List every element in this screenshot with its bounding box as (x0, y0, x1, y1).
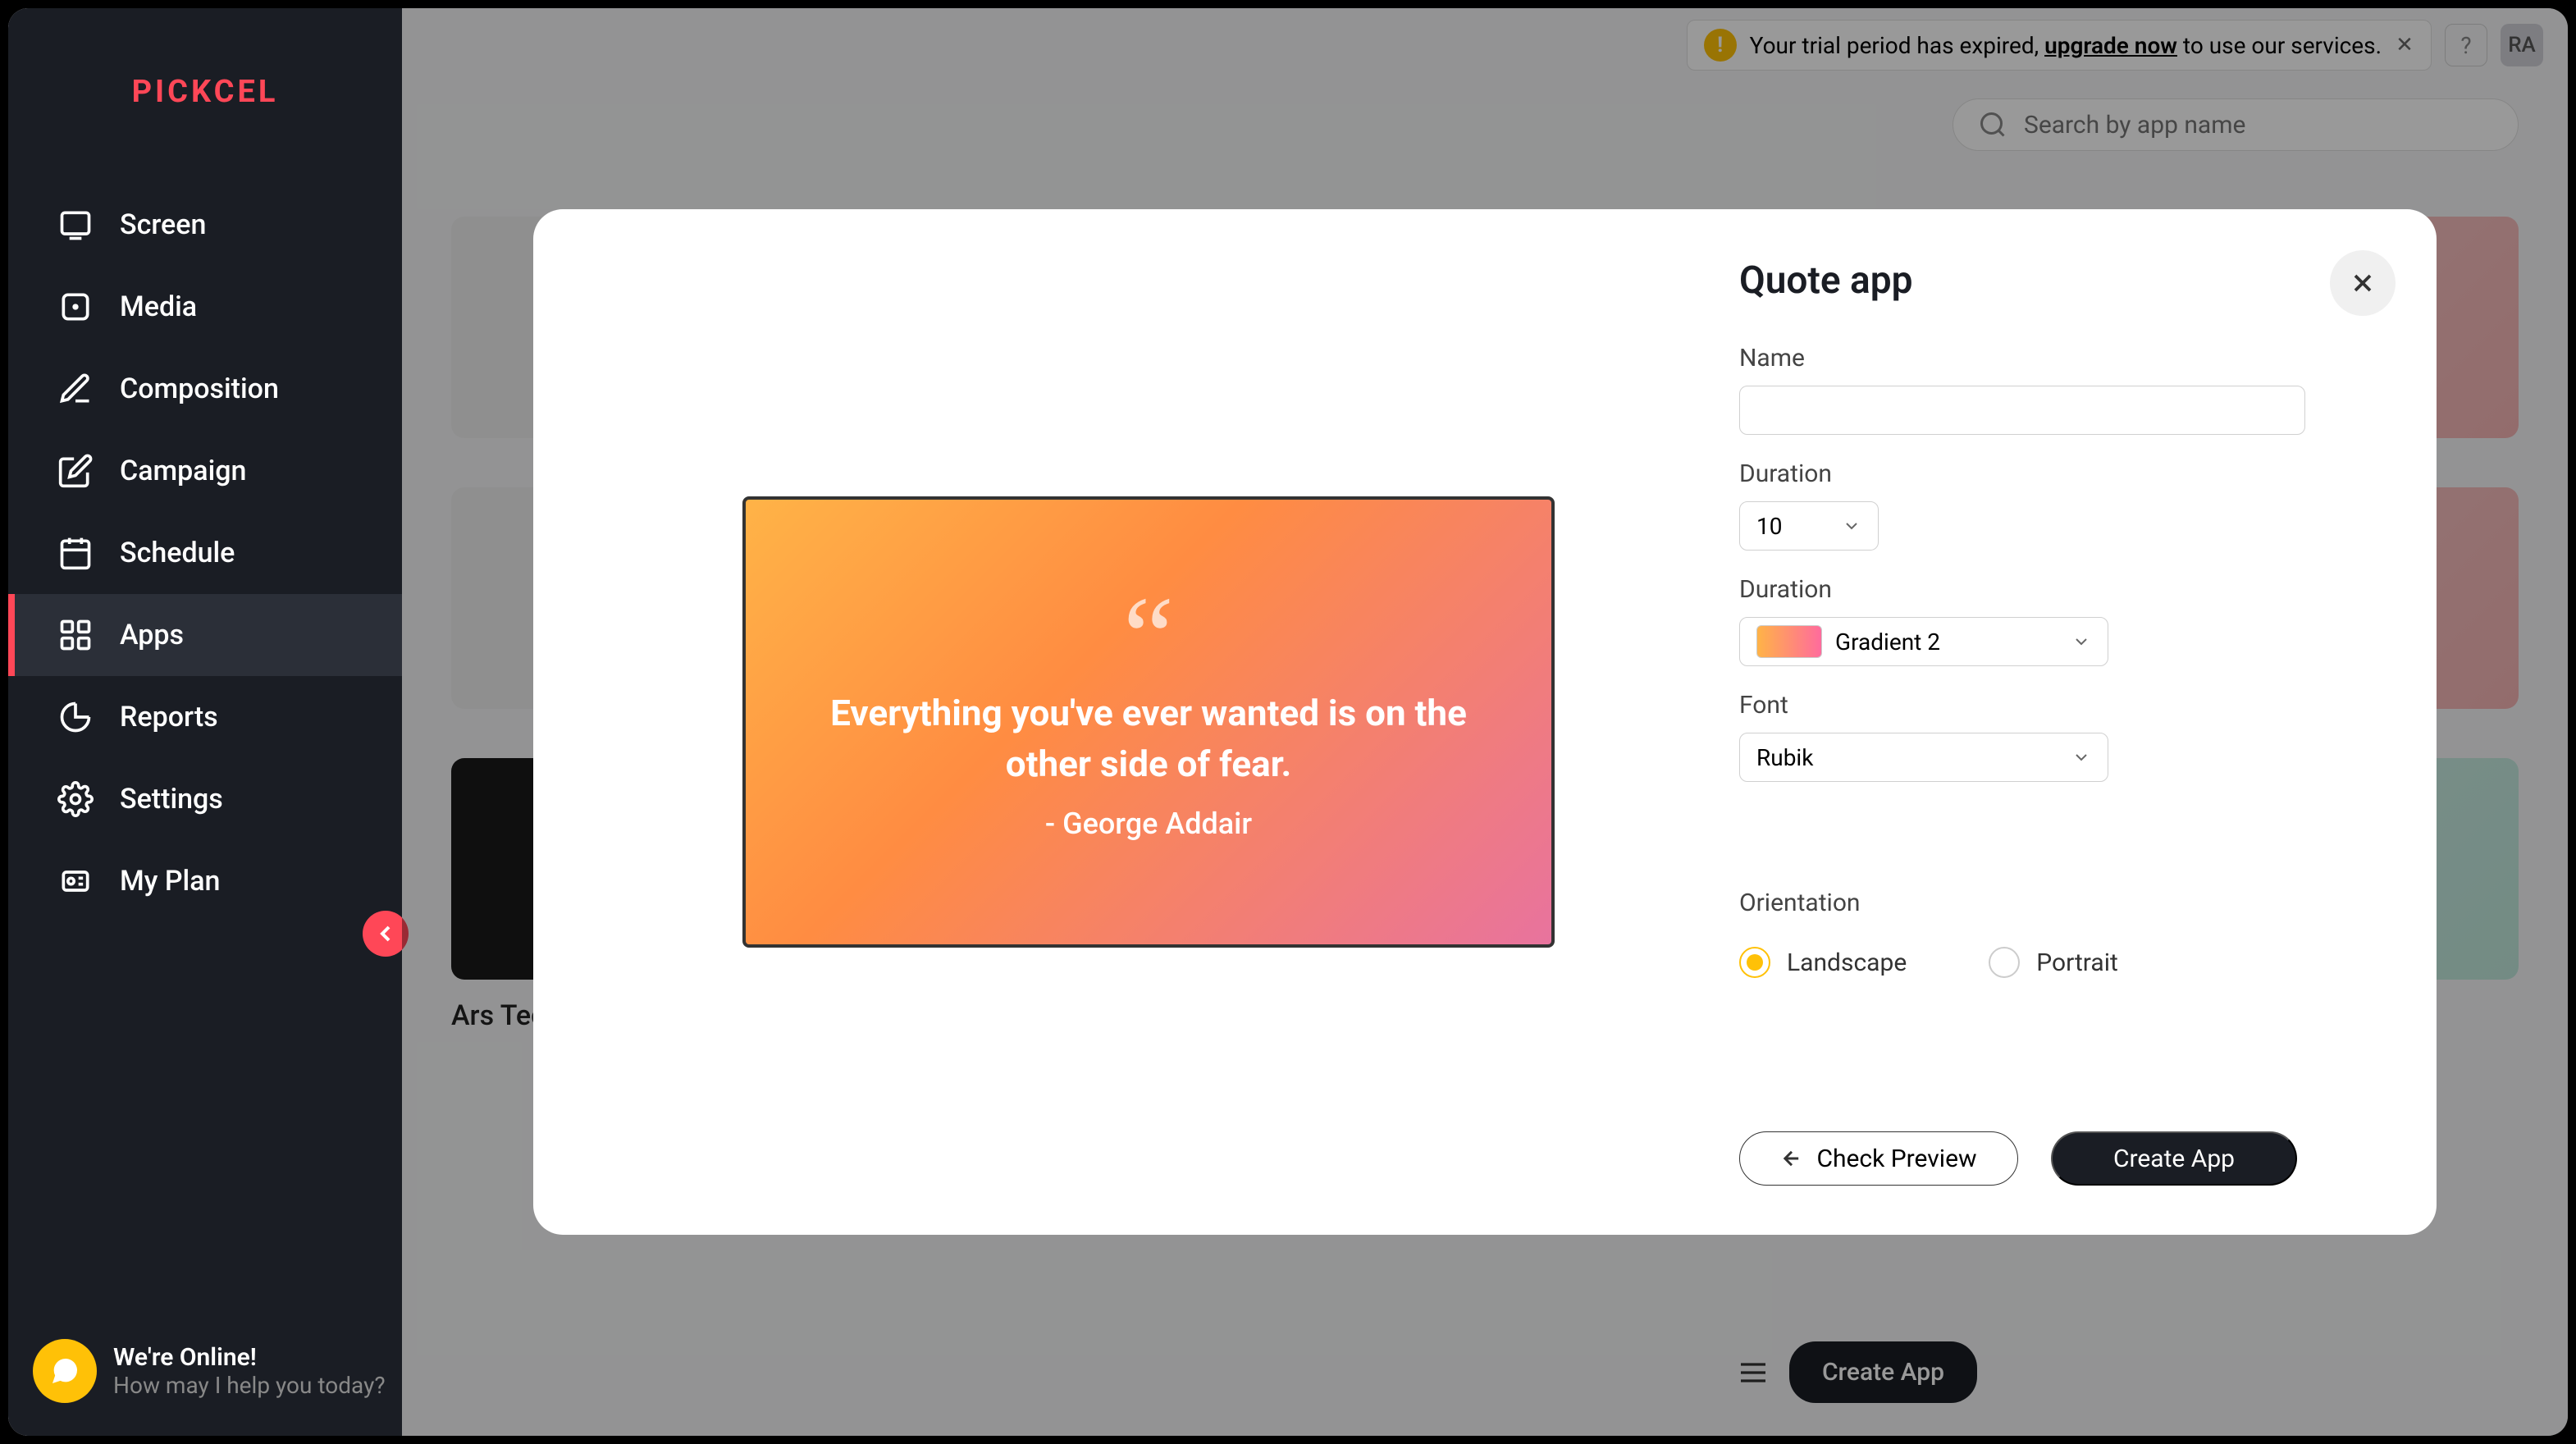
modal-actions: Check Preview Create App (1739, 1099, 2363, 1186)
modal-close-button[interactable] (2330, 250, 2396, 316)
sidebar: PICKCEL Screen Media Composition Campaig… (8, 8, 402, 1436)
chat-text: We're Online! How may I help you today? (113, 1343, 386, 1399)
font-label: Font (1739, 691, 2363, 720)
sidebar-item-composition[interactable]: Composition (8, 348, 402, 430)
quote-preview: “ Everything you've ever wanted is on th… (742, 496, 1555, 948)
duration-label: Duration (1739, 459, 2363, 488)
duration-select[interactable]: 10 (1739, 501, 1879, 551)
chat-status: We're Online! (113, 1343, 386, 1372)
campaign-icon (57, 453, 94, 489)
calendar-icon (57, 535, 94, 571)
quote-text: Everything you've ever wanted is on the … (795, 688, 1502, 789)
orientation-label: Orientation (1739, 889, 2363, 917)
radio-label: Portrait (2036, 948, 2118, 977)
modal-overlay: “ Everything you've ever wanted is on th… (402, 8, 2568, 1436)
sidebar-item-media[interactable]: Media (8, 266, 402, 348)
font-select[interactable]: Rubik (1739, 733, 2108, 782)
radio-landscape[interactable]: Landscape (1739, 947, 1907, 978)
sidebar-item-label: Reports (120, 701, 218, 733)
screen-icon (57, 207, 94, 243)
sidebar-item-campaign[interactable]: Campaign (8, 430, 402, 512)
chat-widget[interactable]: We're Online! How may I help you today? (33, 1339, 386, 1403)
chevron-down-icon (1842, 516, 1861, 536)
sidebar-item-label: Apps (120, 619, 184, 651)
sidebar-item-label: Schedule (120, 537, 235, 569)
sidebar-item-reports[interactable]: Reports (8, 676, 402, 758)
gear-icon (57, 781, 94, 817)
arrow-left-icon (1780, 1147, 1803, 1170)
modal-title: Quote app (1739, 258, 2363, 303)
gradient-value: Gradient 2 (1835, 628, 1940, 656)
orientation-radio-group: Landscape Portrait (1739, 947, 2363, 978)
sidebar-item-label: Campaign (120, 455, 246, 487)
apps-icon (57, 617, 94, 653)
sidebar-item-apps[interactable]: Apps (8, 594, 402, 676)
modal-preview-pane: “ Everything you've ever wanted is on th… (607, 258, 1690, 1186)
check-preview-button[interactable]: Check Preview (1739, 1131, 2018, 1186)
create-app-submit-button[interactable]: Create App (2051, 1131, 2297, 1186)
chevron-down-icon (2071, 632, 2091, 651)
quote-mark-icon: “ (1123, 603, 1174, 672)
brand-name: PICKCEL (132, 74, 279, 110)
font-value: Rubik (1756, 744, 1813, 771)
radio-portrait[interactable]: Portrait (1989, 947, 2118, 978)
reports-icon (57, 699, 94, 735)
name-label: Name (1739, 344, 2363, 372)
composition-icon (57, 371, 94, 407)
sidebar-item-label: Screen (120, 208, 206, 241)
chevron-down-icon (2071, 747, 2091, 767)
sidebar-item-schedule[interactable]: Schedule (8, 512, 402, 594)
sidebar-item-label: Composition (120, 372, 279, 405)
sidebar-item-settings[interactable]: Settings (8, 758, 402, 840)
radio-label: Landscape (1787, 948, 1907, 977)
radio-icon (1739, 947, 1770, 978)
main-content: ! Your trial period has expired, upgrade… (402, 8, 2568, 1436)
gradient-select[interactable]: Gradient 2 (1739, 617, 2108, 666)
sidebar-item-label: My Plan (120, 865, 220, 898)
modal-form: Quote app Name Duration 10 Duration (1690, 258, 2363, 1186)
quote-app-modal: “ Everything you've ever wanted is on th… (533, 209, 2437, 1235)
duration2-label: Duration (1739, 575, 2363, 604)
sidebar-item-screen[interactable]: Screen (8, 184, 402, 266)
name-input[interactable] (1739, 386, 2305, 435)
plan-icon (57, 863, 94, 899)
sidebar-item-label: Settings (120, 783, 223, 816)
radio-icon (1989, 947, 2020, 978)
sidebar-item-myplan[interactable]: My Plan (8, 840, 402, 922)
media-icon (57, 289, 94, 325)
main-nav: Screen Media Composition Campaign Schedu… (8, 151, 402, 922)
gradient-swatch (1756, 625, 1822, 658)
chat-icon (33, 1339, 97, 1403)
sidebar-item-label: Media (120, 290, 197, 323)
logo: PICKCEL (8, 8, 402, 151)
quote-author: - George Addair (1045, 807, 1252, 841)
chat-prompt: How may I help you today? (113, 1372, 386, 1399)
duration-value: 10 (1756, 513, 1782, 540)
